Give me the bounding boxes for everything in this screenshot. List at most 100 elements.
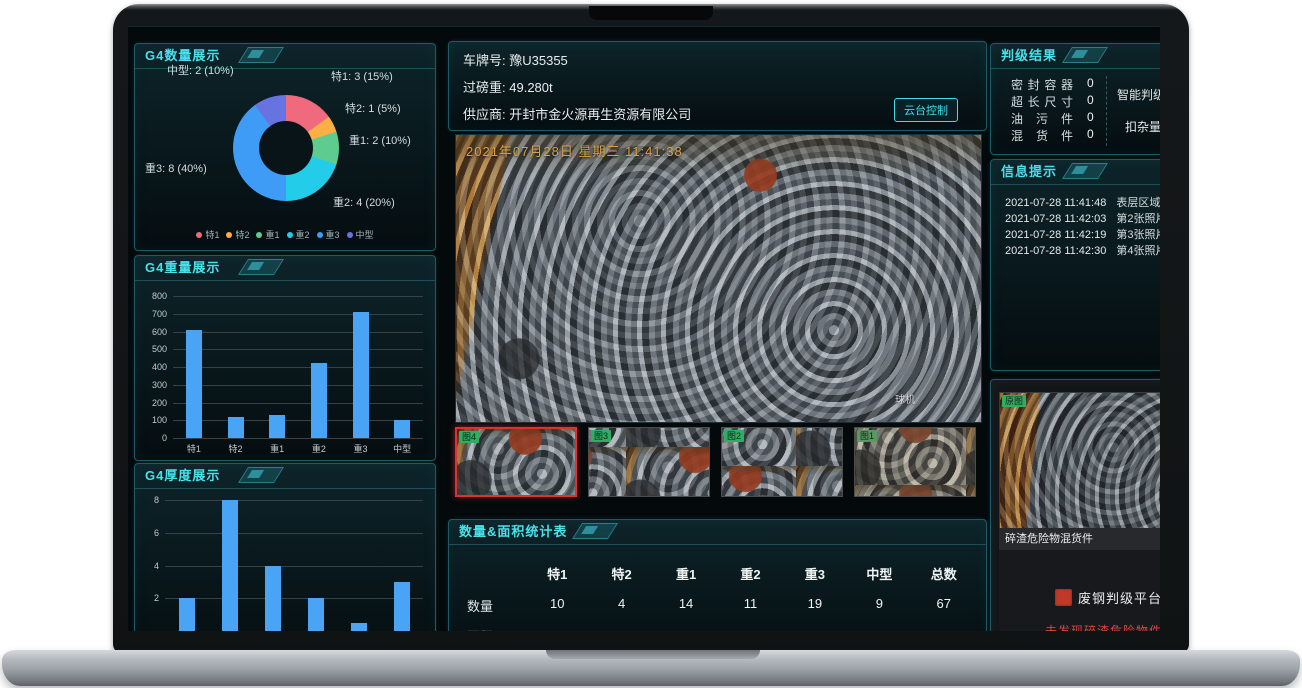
plate-label: 车牌号: bbox=[463, 53, 506, 68]
plate-value: 豫U35355 bbox=[509, 53, 568, 68]
legend-label: 重2 bbox=[296, 228, 310, 241]
table-cell: ——— bbox=[654, 626, 718, 631]
gridline bbox=[173, 314, 423, 315]
bar-重3[interactable] bbox=[353, 312, 369, 438]
bar-重1[interactable] bbox=[269, 415, 285, 438]
legend-item-重3[interactable]: 重3 bbox=[317, 228, 340, 241]
gridline bbox=[165, 566, 423, 567]
thickness-panel-title: G4厚度展示 bbox=[135, 464, 435, 489]
grading-field-1: 密封容器0 bbox=[1011, 76, 1115, 93]
table-row-数量: 数量104141119967 bbox=[459, 596, 976, 615]
alert-text: 未发现碎渣危险物件 bbox=[1045, 622, 1160, 631]
thumbnail-badge: 图1 bbox=[857, 430, 877, 442]
bar-中型[interactable] bbox=[394, 420, 410, 438]
donut-callout-特1: 特1: 3 (15%) bbox=[331, 68, 393, 84]
thumbnail-2[interactable]: 图3 bbox=[588, 427, 710, 497]
title-decoration-icon bbox=[238, 259, 284, 275]
legend-label: 特2 bbox=[235, 228, 249, 241]
gridline bbox=[173, 296, 423, 297]
bar-特2[interactable] bbox=[228, 417, 244, 438]
laptop-hinge-notch bbox=[546, 650, 760, 659]
gridline bbox=[165, 500, 423, 501]
main-photo[interactable]: 2021年07月28日 星期三 11:41:38 球机 bbox=[455, 134, 982, 423]
weight-panel: G4重量展示 8007006005004003002001000特1特2重1重2… bbox=[134, 255, 436, 461]
bar-重2[interactable] bbox=[308, 598, 324, 631]
legend-item-重1[interactable]: 重1 bbox=[256, 228, 279, 241]
bar-重2[interactable] bbox=[311, 363, 327, 438]
title-decoration-icon bbox=[238, 47, 284, 63]
weighbridge-line: 过磅重: 49.280t bbox=[463, 77, 986, 96]
thumbnail-3[interactable]: 图2 bbox=[721, 427, 843, 497]
grading-field-label: 混货件 bbox=[1011, 127, 1073, 144]
legend-item-特1[interactable]: 特1 bbox=[196, 228, 219, 241]
quantity-donut[interactable] bbox=[233, 95, 339, 201]
x-axis-label: 特2 bbox=[215, 442, 257, 455]
supplier-label: 供应商: bbox=[463, 107, 506, 122]
thumbnail-1[interactable]: 图4 bbox=[455, 427, 577, 497]
grading-extra-1: 智能判级: bbox=[1117, 86, 1160, 103]
title-decoration-icon bbox=[572, 523, 618, 539]
donut-callout-重1: 重1: 2 (10%) bbox=[349, 132, 411, 148]
table-header-cell: 特1 bbox=[525, 564, 589, 583]
grading-field-value: 0 bbox=[1087, 76, 1094, 93]
review-body: 废钢判级平台 未发现碎渣危险物件 bbox=[999, 550, 1160, 631]
legend-dot-icon bbox=[256, 232, 262, 238]
legend-item-特2[interactable]: 特2 bbox=[226, 228, 249, 241]
bar-特1[interactable] bbox=[179, 598, 195, 631]
y-axis-tick: 800 bbox=[139, 291, 167, 301]
bar-重3[interactable] bbox=[351, 623, 367, 631]
grading-field-2: 超长尺寸0 bbox=[1011, 93, 1115, 110]
messages-panel-title: 信息提示 bbox=[991, 160, 1160, 185]
table-cell: ——— bbox=[589, 626, 653, 631]
table-cell: ——— bbox=[718, 626, 782, 631]
review-photo[interactable]: 原图 bbox=[999, 392, 1160, 530]
bar-中型[interactable] bbox=[394, 582, 410, 631]
thumbnail-badge: 图3 bbox=[591, 430, 611, 442]
bar-特1[interactable] bbox=[186, 330, 202, 438]
message-item-1: 2021-07-28 11:41:48表层区域计算成功 bbox=[1005, 194, 1160, 210]
grading-field-label: 油污件 bbox=[1011, 110, 1073, 127]
legend-dot-icon bbox=[317, 232, 323, 238]
y-axis-tick: 700 bbox=[139, 309, 167, 319]
legend-item-重2[interactable]: 重2 bbox=[287, 228, 310, 241]
table-cell: ——— bbox=[783, 626, 847, 631]
message-text: 第2张照片表层判级 bbox=[1116, 213, 1160, 225]
thumbnail-4[interactable]: 图1 bbox=[854, 427, 976, 497]
table-cell: 67 bbox=[912, 596, 976, 615]
title-decoration-icon bbox=[1062, 47, 1108, 63]
bar-特2[interactable] bbox=[222, 500, 238, 631]
ptz-control-button[interactable]: 云台控制 bbox=[894, 98, 958, 122]
table-header-row: 特1特2重1重2重3中型总数 bbox=[459, 564, 976, 583]
table-corner-cell bbox=[459, 564, 525, 583]
x-axis-label: 中型 bbox=[381, 442, 423, 455]
table-cell: 9 bbox=[847, 596, 911, 615]
bar-重1[interactable] bbox=[265, 566, 281, 632]
stats-table-title-bar: 数量&面积统计表 bbox=[449, 520, 986, 545]
gridline bbox=[173, 385, 423, 386]
platform-row: 废钢判级平台 bbox=[1055, 588, 1160, 607]
y-axis-tick: 100 bbox=[139, 415, 167, 425]
legend-item-中型[interactable]: 中型 bbox=[347, 228, 374, 241]
grading-field-4: 混货件0 bbox=[1011, 127, 1115, 144]
table-header-cell: 中型 bbox=[847, 564, 911, 583]
legend-dot-icon bbox=[196, 232, 202, 238]
table-row-label: 面积 bbox=[459, 626, 525, 631]
grading-panel-title: 判级结果 bbox=[991, 44, 1160, 69]
donut-callout-重2: 重2: 4 (20%) bbox=[333, 194, 395, 210]
legend-dot-icon bbox=[287, 232, 293, 238]
quantity-legend: 特1 特2 重1 重2 重3 中型 bbox=[135, 228, 435, 241]
table-header-cell: 特2 bbox=[589, 564, 653, 583]
table-cell: 19 bbox=[783, 596, 847, 615]
supplier-value: 开封市金火源再生资源有限公司 bbox=[509, 107, 691, 122]
gridline bbox=[173, 367, 423, 368]
message-time: 2021-07-28 11:41:48 bbox=[1005, 197, 1106, 209]
grading-field-value: 0 bbox=[1087, 110, 1094, 127]
table-header-cell: 重3 bbox=[783, 564, 847, 583]
gridline bbox=[173, 403, 423, 404]
laptop-base bbox=[2, 650, 1300, 686]
table-cell: ——— bbox=[912, 626, 976, 631]
platform-name: 废钢判级平台 bbox=[1078, 588, 1160, 607]
legend-dot-icon bbox=[347, 232, 353, 238]
y-axis-tick: 2 bbox=[139, 593, 159, 603]
message-time: 2021-07-28 11:42:03 bbox=[1005, 213, 1106, 225]
